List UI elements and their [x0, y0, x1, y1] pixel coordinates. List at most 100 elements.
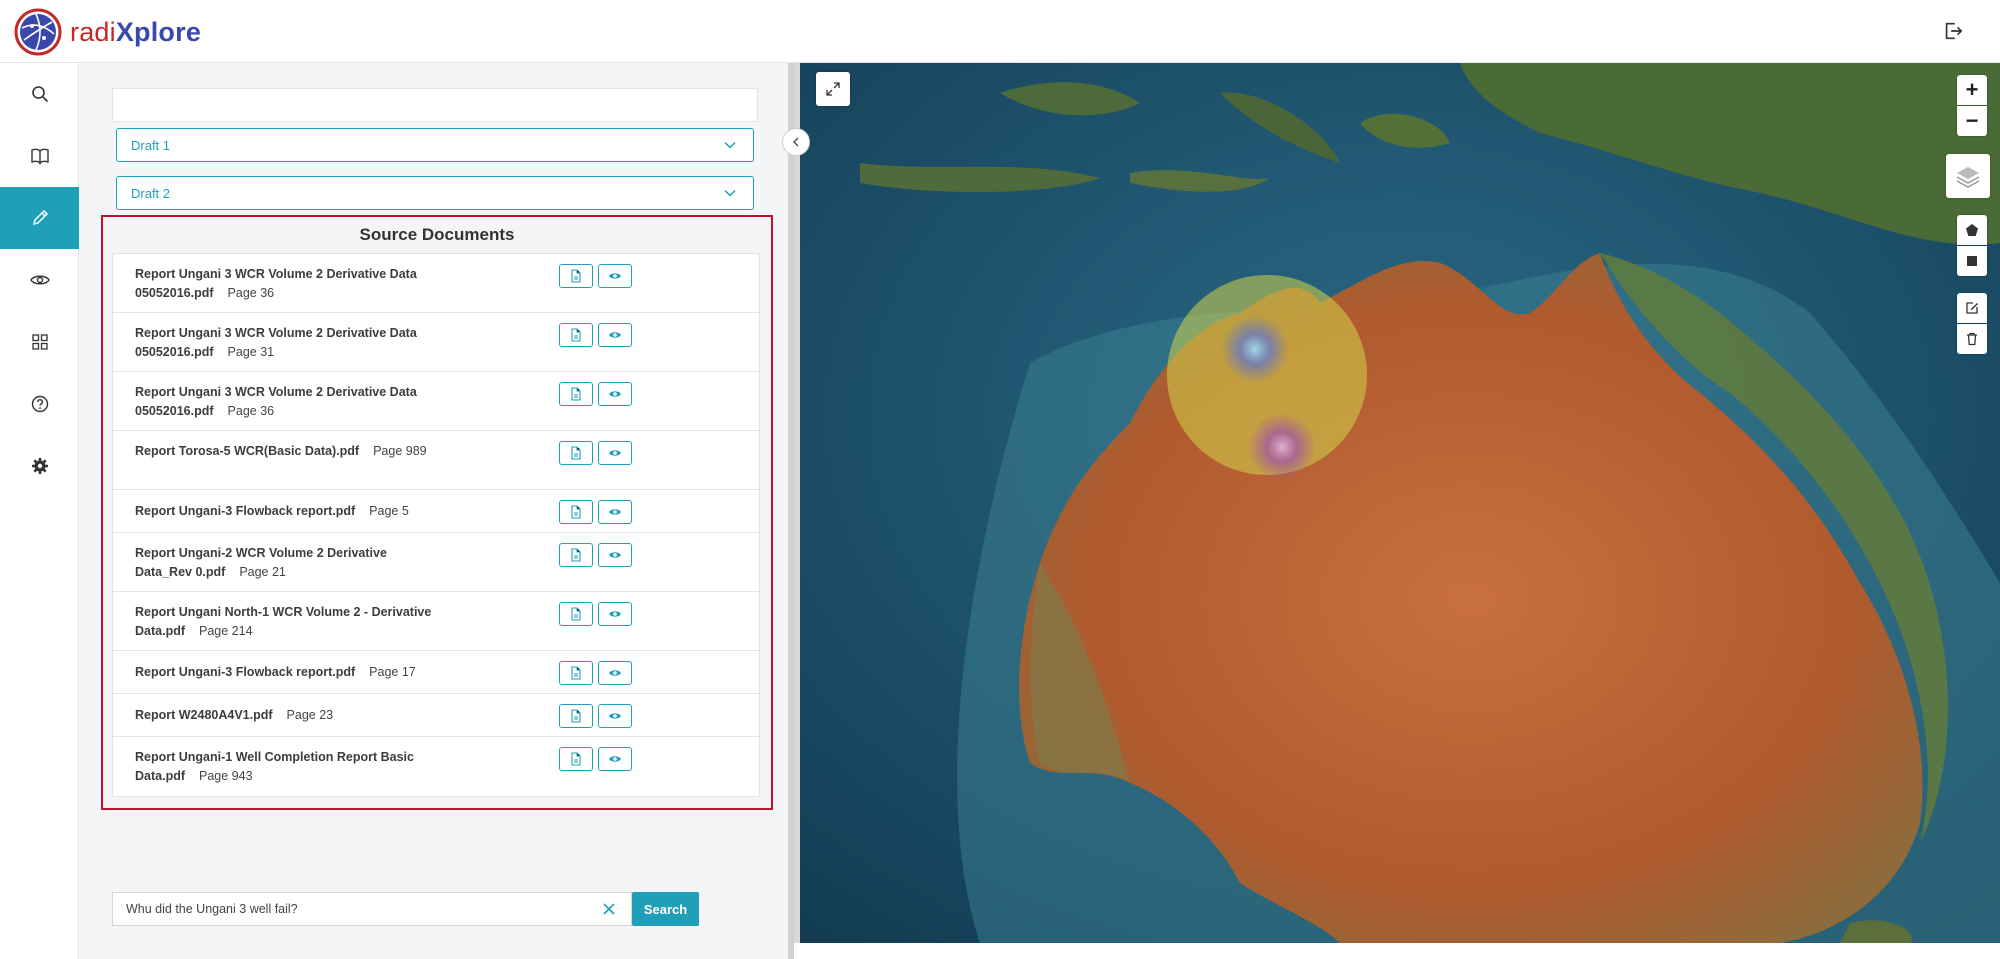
preview-document-button[interactable]	[598, 382, 632, 406]
square-icon	[1967, 256, 1977, 266]
nav-library[interactable]	[0, 125, 79, 187]
source-document-name: Report Ungani 3 WCR Volume 2 Derivative …	[135, 385, 417, 418]
nav-dashboard[interactable]	[0, 311, 79, 373]
source-document-text: Report Ungani-2 WCR Volume 2 Derivative …	[135, 544, 435, 582]
source-document-name: Report Torosa-5 WCR(Basic Data).pdf	[135, 444, 360, 458]
nav-search[interactable]	[0, 63, 79, 125]
chevron-left-icon	[792, 137, 799, 147]
pencil-icon	[32, 209, 48, 226]
source-document-page: Page 943	[199, 769, 253, 783]
nav-help[interactable]	[0, 373, 79, 435]
source-document-actions	[559, 441, 632, 465]
search-input[interactable]: Whu did the Ungani 3 well fail?	[112, 892, 632, 926]
app-logo[interactable]: radiXplore	[14, 7, 201, 57]
book-icon	[30, 148, 49, 165]
eye-icon	[609, 670, 621, 676]
open-document-button[interactable]	[559, 747, 593, 771]
source-document-name: Report Ungani 3 WCR Volume 2 Derivative …	[135, 267, 417, 300]
logout-icon[interactable]	[1942, 20, 1964, 42]
collapse-panel-button[interactable]	[782, 128, 810, 156]
source-document-actions	[559, 382, 632, 406]
source-document-page: Page 5	[369, 504, 409, 518]
source-document-row: Report Ungani 3 WCR Volume 2 Derivative …	[113, 254, 759, 313]
open-document-button[interactable]	[559, 323, 593, 347]
edit-shapes-button[interactable]	[1957, 293, 1987, 323]
eye-icon	[609, 611, 621, 617]
eye-icon	[609, 391, 621, 397]
preview-document-button[interactable]	[598, 704, 632, 728]
source-document-row: Report Ungani-1 Well Completion Report B…	[113, 737, 759, 796]
document-icon	[571, 709, 581, 723]
source-document-row: Report Ungani 3 WCR Volume 2 Derivative …	[113, 372, 759, 431]
preview-document-button[interactable]	[598, 323, 632, 347]
preview-document-button[interactable]	[598, 661, 632, 685]
open-document-button[interactable]	[559, 500, 593, 524]
zoom-in-button[interactable]: +	[1957, 75, 1987, 105]
source-document-row: Report Ungani North-1 WCR Volume 2 - Der…	[113, 592, 759, 651]
open-document-button[interactable]	[559, 382, 593, 406]
nav-watch[interactable]	[0, 249, 79, 311]
source-document-actions	[559, 602, 632, 626]
open-document-button[interactable]	[559, 264, 593, 288]
draft-1-dropdown[interactable]: Draft 1	[116, 128, 754, 162]
clear-search-icon[interactable]	[600, 900, 618, 918]
source-document-row: Report W2480A4V1.pdf Page 23	[113, 694, 759, 737]
eye-icon	[609, 450, 621, 456]
side-nav	[0, 63, 79, 959]
expand-icon	[826, 82, 840, 96]
source-document-actions	[559, 747, 632, 771]
nav-settings[interactable]	[0, 435, 79, 497]
search-button[interactable]: Search	[632, 892, 699, 926]
nav-drafting[interactable]	[0, 187, 79, 249]
document-icon	[571, 387, 581, 401]
preview-document-button[interactable]	[598, 264, 632, 288]
draw-rectangle-button[interactable]	[1957, 246, 1987, 276]
document-icon	[571, 548, 581, 562]
draw-polygon-button[interactable]	[1957, 215, 1987, 245]
source-document-page: Page 17	[369, 665, 416, 679]
map-view[interactable]: + −	[800, 63, 2000, 943]
source-document-page: Page 23	[286, 708, 334, 722]
fullscreen-button[interactable]	[816, 72, 850, 106]
preview-document-button[interactable]	[598, 602, 632, 626]
open-document-button[interactable]	[559, 441, 593, 465]
document-icon	[571, 328, 581, 342]
grid-icon	[31, 334, 48, 350]
preview-document-button[interactable]	[598, 441, 632, 465]
layers-button[interactable]	[1946, 154, 1990, 198]
source-document-text: Report Ungani North-1 WCR Volume 2 - Der…	[135, 603, 435, 641]
app-name: radiXplore	[70, 17, 201, 48]
open-document-button[interactable]	[559, 704, 593, 728]
document-icon	[571, 607, 581, 621]
source-document-name: Report W2480A4V1.pdf	[135, 708, 273, 722]
globe-logo-icon	[14, 8, 62, 56]
eye-icon	[609, 713, 621, 719]
top-bar: radiXplore	[0, 0, 2000, 63]
source-document-page: Page 36	[227, 404, 275, 418]
open-document-button[interactable]	[559, 543, 593, 567]
open-document-button[interactable]	[559, 661, 593, 685]
source-document-text: Report Ungani 3 WCR Volume 2 Derivative …	[135, 324, 435, 362]
document-icon	[571, 446, 581, 460]
preview-document-button[interactable]	[598, 747, 632, 771]
open-document-button[interactable]	[559, 602, 593, 626]
search-input-value: Whu did the Ungani 3 well fail?	[126, 902, 298, 916]
source-document-name: Report Ungani North-1 WCR Volume 2 - Der…	[135, 605, 432, 638]
zoom-out-button[interactable]: −	[1957, 106, 1987, 136]
delete-shapes-button[interactable]	[1957, 324, 1987, 354]
source-documents-list: Report Ungani 3 WCR Volume 2 Derivative …	[112, 253, 760, 797]
trash-icon	[1967, 332, 1977, 346]
draft-2-dropdown[interactable]: Draft 2	[116, 176, 754, 210]
answer-card	[112, 88, 758, 122]
source-document-text: Report Ungani 3 WCR Volume 2 Derivative …	[135, 383, 435, 421]
eye-icon	[609, 273, 621, 279]
source-document-text: Report Ungani-3 Flowback report.pdf Page …	[135, 502, 435, 521]
source-document-actions	[559, 500, 632, 524]
source-document-actions	[559, 661, 632, 685]
source-document-row: Report Ungani-2 WCR Volume 2 Derivative …	[113, 533, 759, 592]
source-document-name: Report Ungani-1 Well Completion Report B…	[135, 750, 414, 783]
preview-document-button[interactable]	[598, 543, 632, 567]
draft-2-label: Draft 2	[131, 185, 171, 201]
preview-document-button[interactable]	[598, 500, 632, 524]
satellite-map	[800, 63, 2000, 943]
